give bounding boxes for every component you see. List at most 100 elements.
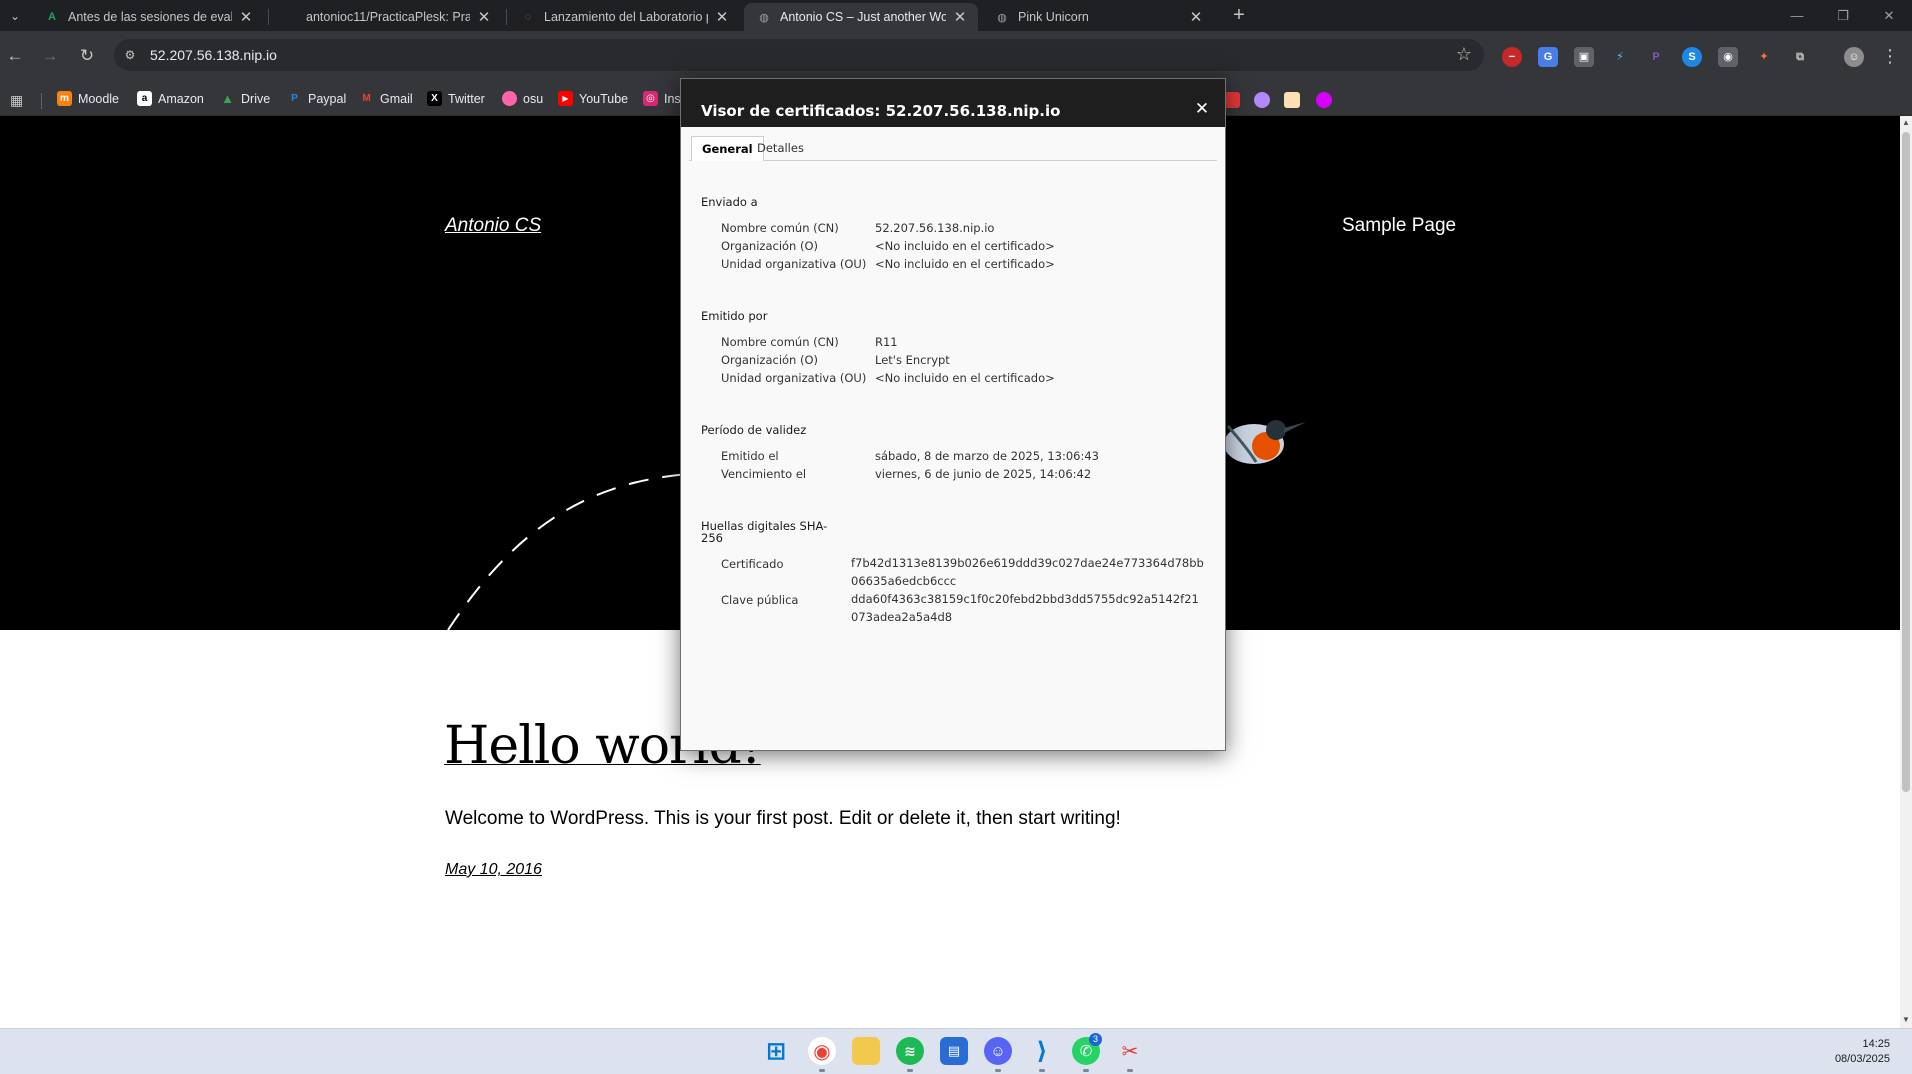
windows-taskbar: ⊞ ◉ ≋ ▤ ☺ ⟩ ✆ 3 ✂ 14:25 08/03/2025 [0, 1028, 1912, 1074]
tab-4-active[interactable]: ◍ Antonio CS – Just another Word ✕ [744, 3, 978, 31]
field-label: Organización (O) [721, 239, 819, 253]
bookmark-separator [41, 93, 42, 109]
ublock-icon[interactable]: − [1502, 47, 1522, 67]
tab-1[interactable]: A Antes de las sesiones de evalua ✕ [32, 3, 264, 31]
extension-p-icon[interactable]: P [1646, 47, 1666, 67]
spotify-icon[interactable]: ≋ [896, 1037, 924, 1065]
site-info-icon[interactable]: ⚙ [122, 47, 138, 63]
bookmark-twitter[interactable]: X Twitter [427, 91, 485, 106]
bookmark-label: Gmail [380, 91, 413, 106]
tab-title: Pink Unicorn [1018, 10, 1089, 24]
bookmark-label: Ins [664, 91, 681, 106]
tab-5[interactable]: ◍ Pink Unicorn ✕ [982, 3, 1214, 31]
nav-sample-page-link[interactable]: Sample Page [1342, 215, 1456, 237]
forward-icon[interactable]: → [37, 43, 63, 69]
tab-3[interactable]: ◌ Lanzamiento del Laboratorio pa ✕ [508, 3, 740, 31]
extension-glasses-icon[interactable]: ◉ [1718, 47, 1738, 67]
page-scrollbar[interactable]: ▲ ▼ [1900, 116, 1912, 1028]
field-label: Unidad organizativa (OU) [721, 371, 867, 385]
close-tab-icon[interactable]: ✕ [952, 8, 968, 26]
bookmark-osu[interactable]: osu [502, 91, 543, 106]
close-tab-icon[interactable]: ✕ [1188, 8, 1204, 26]
translate-icon[interactable]: G [1538, 47, 1558, 67]
aws-academy-icon: ◌ [524, 11, 532, 23]
dialog-header: Visor de certificados: 52.207.56.138.nip… [681, 79, 1225, 127]
discord-icon[interactable]: ☺ [984, 1037, 1012, 1065]
scrollbar-thumb[interactable] [1902, 132, 1910, 792]
menu-dots-icon[interactable]: ⋮ [1880, 45, 1900, 67]
close-window-icon[interactable]: ✕ [1866, 0, 1912, 31]
bookmark-purple-icon[interactable] [1254, 92, 1270, 108]
tab-title: Lanzamiento del Laboratorio pa [544, 10, 708, 24]
tab-strip: ⌄ A Antes de las sesiones de evalua ✕ an… [0, 0, 1912, 31]
tab-2[interactable]: antonioc11/PracticaPlesk: Practi ✕ [270, 3, 502, 31]
amazon-icon: a [137, 91, 152, 106]
clock-date: 08/03/2025 [1834, 1053, 1890, 1065]
vscode-icon[interactable]: ⟩ [1028, 1037, 1056, 1065]
youtube-icon: ▶ [558, 91, 573, 106]
close-tab-icon[interactable]: ✕ [714, 8, 730, 26]
bookmark-instagram[interactable]: ◎ Ins [643, 91, 681, 106]
minimize-icon[interactable]: — [1774, 0, 1820, 31]
running-indicator [819, 1069, 825, 1072]
chrome-icon[interactable]: ◉ [808, 1037, 836, 1065]
close-tab-icon[interactable]: ✕ [238, 8, 254, 26]
instagram-icon: ◎ [643, 91, 658, 106]
issued-to-heading: Enviado a [701, 195, 758, 209]
field-value: sábado, 8 de marzo de 2025, 13:06:43 [875, 449, 1099, 463]
bookmark-paypal[interactable]: P Paypal [287, 91, 346, 106]
tab-separator [268, 9, 269, 25]
system-clock[interactable]: 14:25 08/03/2025 [1835, 1037, 1890, 1067]
file-explorer-icon[interactable] [852, 1037, 880, 1065]
post-date-link[interactable]: May 10, 2016 [445, 861, 542, 879]
extensions-puzzle-icon[interactable]: ⧉ [1790, 47, 1810, 67]
restore-icon[interactable]: ❐ [1820, 0, 1866, 31]
running-indicator [995, 1069, 1001, 1072]
snipping-tool-icon[interactable]: ✂ [1116, 1037, 1144, 1065]
extension-flame-icon[interactable]: ✦ [1754, 47, 1774, 67]
bookmark-label: Twitter [448, 91, 485, 106]
globe-icon: ◍ [759, 11, 769, 24]
bookmark-magenta-icon[interactable] [1316, 92, 1332, 108]
scroll-up-icon[interactable]: ▲ [1900, 118, 1912, 127]
dialog-close-icon[interactable]: ✕ [1191, 98, 1213, 120]
bookmark-moodle[interactable]: m Moodle [57, 91, 119, 106]
bookmark-drive[interactable]: ▲ Drive [220, 91, 270, 106]
field-label: Nombre común (CN) [721, 221, 839, 235]
certificate-fingerprint-value: f7b42d1313e8139b026e619ddd39c027dae24e77… [851, 556, 1204, 588]
bookmark-star-icon[interactable]: ☆ [1456, 44, 1472, 65]
field-label: Organización (O) [721, 353, 819, 367]
field-label: Nombre común (CN) [721, 335, 839, 349]
profile-avatar[interactable]: ☺ [1844, 47, 1864, 67]
apps-grid-icon[interactable]: ▦ [10, 92, 23, 109]
clock-time: 14:25 [1862, 1038, 1890, 1050]
url-text[interactable]: 52.207.56.138.nip.io [150, 47, 277, 63]
gmail-icon: M [362, 93, 371, 104]
dialog-title: Visor de certificados: 52.207.56.138.nip… [701, 102, 1061, 120]
close-tab-icon[interactable]: ✕ [476, 8, 492, 26]
bookmark-red-icon[interactable] [1224, 92, 1240, 108]
bookmark-image-icon[interactable] [1284, 92, 1300, 108]
windows-start-icon[interactable]: ⊞ [762, 1037, 790, 1065]
tab-search-chevron-icon[interactable]: ⌄ [4, 6, 26, 26]
bookmark-amazon[interactable]: a Amazon [137, 91, 204, 106]
back-icon[interactable]: ← [2, 43, 28, 69]
bookmark-label: Amazon [158, 91, 204, 106]
address-bar[interactable]: ⚙ 52.207.56.138.nip.io ☆ [114, 39, 1484, 71]
reload-icon[interactable]: ↻ [74, 43, 100, 69]
field-value: <No incluido en el certificado> [875, 257, 1055, 271]
bookmark-label: Moodle [78, 91, 119, 106]
tab-details[interactable]: Detalles [747, 136, 814, 162]
extension-icon[interactable]: ⚡ [1610, 47, 1630, 67]
bookmark-youtube[interactable]: ▶ YouTube [558, 91, 628, 106]
extension-s-icon[interactable]: S [1682, 47, 1702, 67]
new-tab-button[interactable]: + [1228, 4, 1250, 26]
field-label: Clave pública [721, 593, 799, 607]
scroll-down-icon[interactable]: ▼ [1900, 1015, 1912, 1024]
field-label: Vencimiento el [721, 467, 807, 481]
site-title-link[interactable]: Antonio CS [445, 215, 541, 237]
ms-store-icon[interactable]: ▤ [940, 1037, 968, 1065]
screen-cast-icon[interactable]: ▣ [1574, 47, 1594, 67]
bookmark-gmail[interactable]: M Gmail [359, 91, 413, 106]
bookmark-label: Paypal [308, 91, 347, 106]
